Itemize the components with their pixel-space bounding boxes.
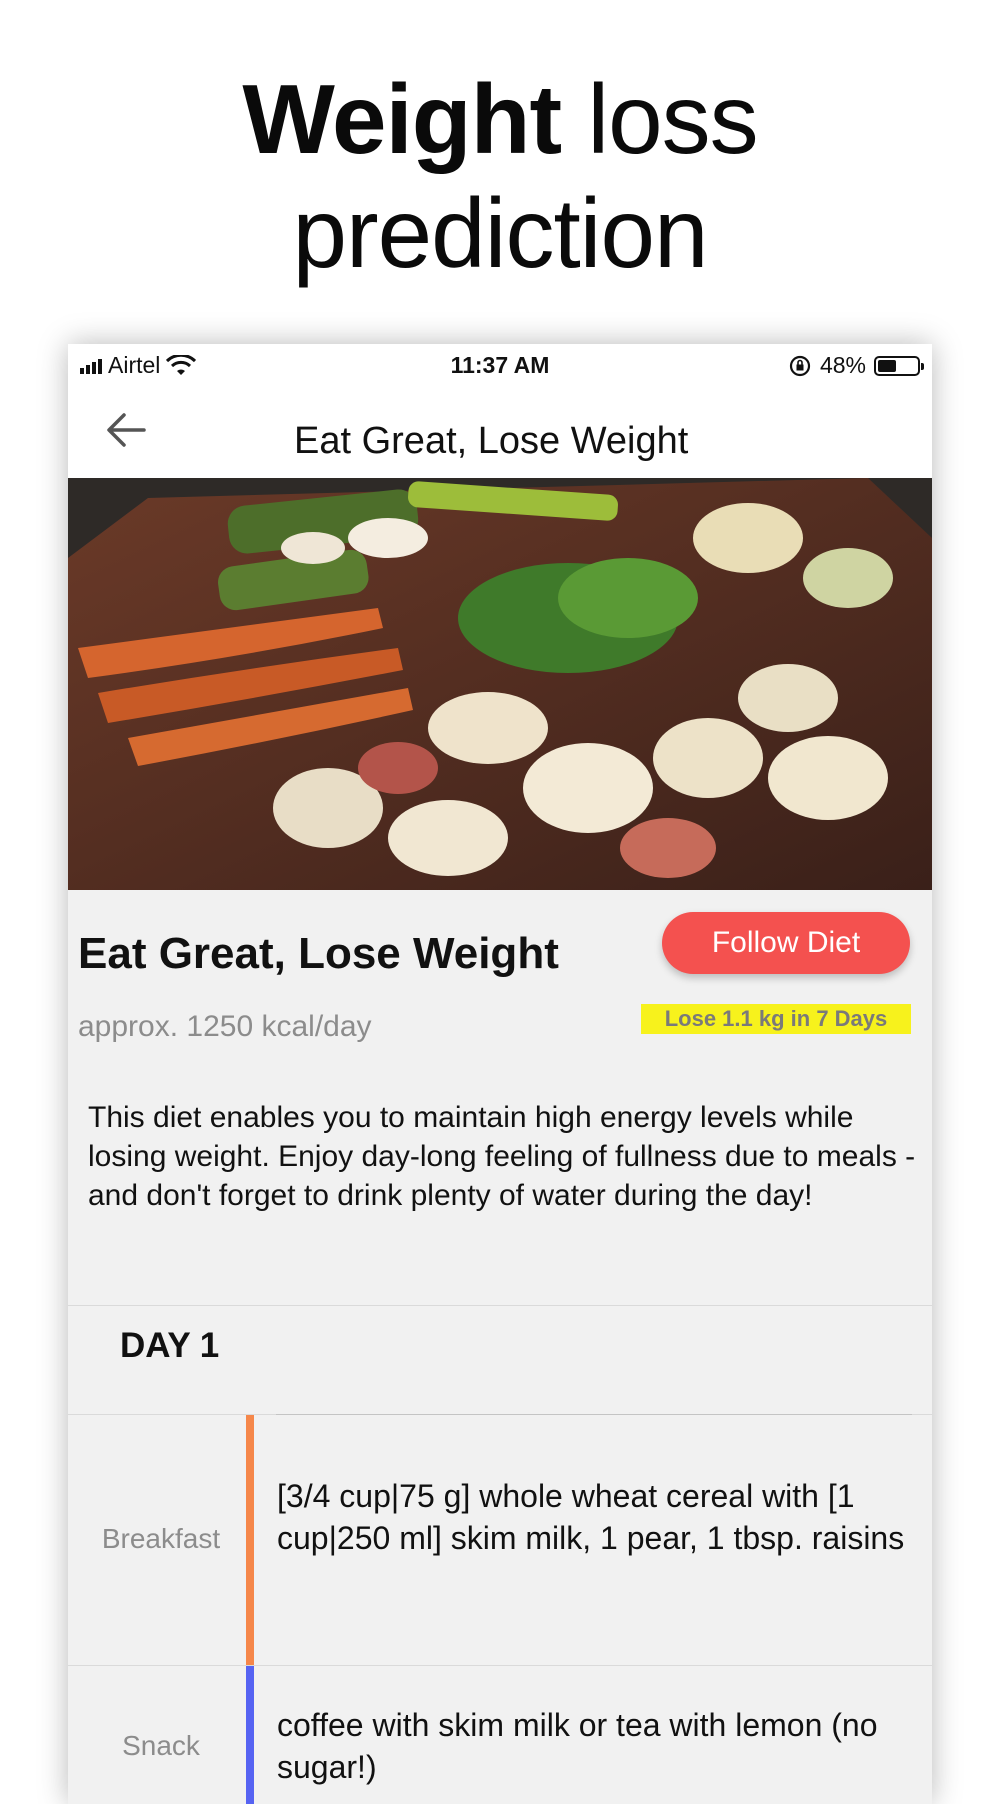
- follow-diet-button[interactable]: Follow Diet: [662, 912, 910, 974]
- meal-label: Breakfast: [101, 1523, 221, 1554]
- day-title: DAY 1: [120, 1326, 220, 1365]
- headline-bold: Weight: [242, 64, 562, 174]
- arrow-left-icon[interactable]: [104, 410, 148, 450]
- phone-screen: Airtel 11:37 AM 48% Eat Great, Lose Weig…: [68, 344, 932, 1804]
- headline-line-1: Weight loss: [0, 62, 1000, 176]
- battery-percent: 48%: [819, 352, 866, 378]
- meal-row-snack: Snack coffee with skim milk or tea with …: [68, 1666, 932, 1804]
- meal-text: coffee with skim milk or tea with lemon …: [277, 1707, 878, 1785]
- status-right: 48%: [788, 352, 924, 379]
- nav-title: Eat Great, Lose Weight: [294, 420, 689, 462]
- meal-label: Snack: [122, 1730, 200, 1761]
- hero-image: [68, 478, 932, 890]
- weight-loss-badge: Lose 1.1 kg in 7 Days: [641, 1004, 911, 1034]
- meal-row-breakfast: Breakfast [3/4 cup|75 g] whole wheat cer…: [68, 1415, 932, 1665]
- headline-light: loss: [587, 64, 758, 174]
- diet-description: This diet enables you to maintain high e…: [88, 1101, 916, 1212]
- battery-icon: [874, 355, 924, 376]
- headline-line-2: prediction: [292, 178, 709, 288]
- nav-bar: Eat Great, Lose Weight: [68, 384, 932, 478]
- rotation-lock-icon: [789, 355, 811, 376]
- diet-title: Eat Great, Lose Weight: [78, 929, 559, 978]
- headline: Weight loss prediction: [0, 62, 1000, 290]
- status-bar: Airtel 11:37 AM 48%: [68, 344, 932, 384]
- divider: [68, 1305, 932, 1306]
- meal-text: [3/4 cup|75 g] whole wheat cereal with […: [277, 1478, 905, 1556]
- vegetables-photo: [68, 478, 932, 890]
- battery-fill: [878, 359, 896, 372]
- kcal-label: approx. 1250 kcal/day: [78, 1010, 372, 1043]
